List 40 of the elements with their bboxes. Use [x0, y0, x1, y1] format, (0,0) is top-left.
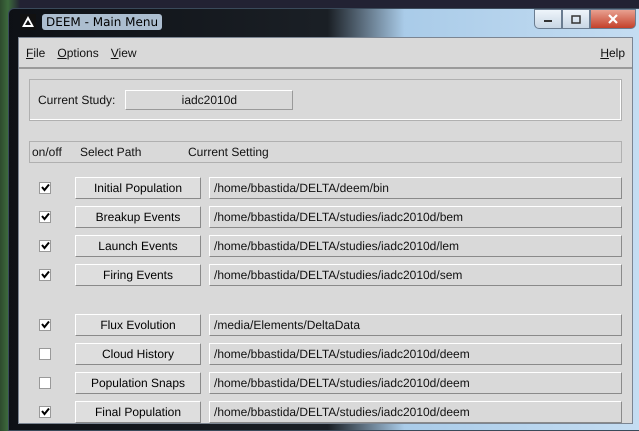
select-path-button[interactable]: Launch Events: [75, 234, 201, 256]
column-header: on/off: [31, 145, 63, 159]
column-header: Select Path: [80, 145, 142, 159]
path-field: /home/bbastida/DELTA/studies/iadc2010d/deem: [209, 372, 622, 394]
select-path-button[interactable]: Breakup Events: [75, 206, 201, 228]
select-path-button[interactable]: Final Population: [75, 400, 201, 422]
menu-item[interactable]: Options: [57, 46, 99, 60]
path-field: /home/bbastida/DELTA/studies/iadc2010d/deem: [209, 342, 622, 364]
maximize-button[interactable]: [562, 9, 590, 29]
menu-item[interactable]: File: [26, 46, 46, 60]
checkbox[interactable]: [39, 240, 51, 252]
checkbox[interactable]: [39, 376, 51, 388]
select-path-button[interactable]: Initial Population: [75, 176, 201, 198]
minimize-button[interactable]: [534, 9, 562, 29]
app-logo-icon: [20, 14, 36, 30]
path-field: /home/bbastida/DELTA/studies/iadc2010d/bem: [209, 206, 622, 228]
path-field: /home/bbastida/DELTA/deem/bin: [209, 176, 622, 198]
menu-item[interactable]: Help: [600, 46, 625, 60]
checkbox[interactable]: [39, 182, 51, 194]
select-path-button[interactable]: Cloud History: [75, 342, 201, 364]
column-header: Current Setting: [188, 145, 269, 159]
select-path-button[interactable]: Population Snaps: [75, 372, 201, 394]
select-path-button[interactable]: Flux Evolution: [75, 314, 201, 336]
path-field: /home/bbastida/DELTA/studies/iadc2010d/sem: [209, 264, 622, 286]
study-field: iadc2010d: [125, 90, 294, 110]
path-field: /home/bbastida/DELTA/studies/iadc2010d/lem: [209, 234, 622, 256]
menu-item[interactable]: View: [110, 46, 137, 60]
checkbox[interactable]: [39, 406, 51, 418]
close-button[interactable]: [590, 9, 636, 29]
select-path-button[interactable]: Firing Events: [75, 264, 201, 286]
checkbox[interactable]: [39, 268, 51, 280]
path-field: /media/Elements/DeltaData: [209, 314, 622, 336]
close-icon: [607, 14, 619, 24]
checkbox[interactable]: [39, 348, 51, 360]
maximize-icon: [571, 14, 581, 24]
window-title: DEEM - Main Menu: [42, 14, 162, 30]
path-field: /home/bbastida/DELTA/studies/iadc2010d/deem: [209, 400, 622, 422]
study-label: Current Study:: [38, 93, 116, 107]
checkbox[interactable]: [39, 318, 51, 330]
checkbox[interactable]: [39, 210, 51, 222]
